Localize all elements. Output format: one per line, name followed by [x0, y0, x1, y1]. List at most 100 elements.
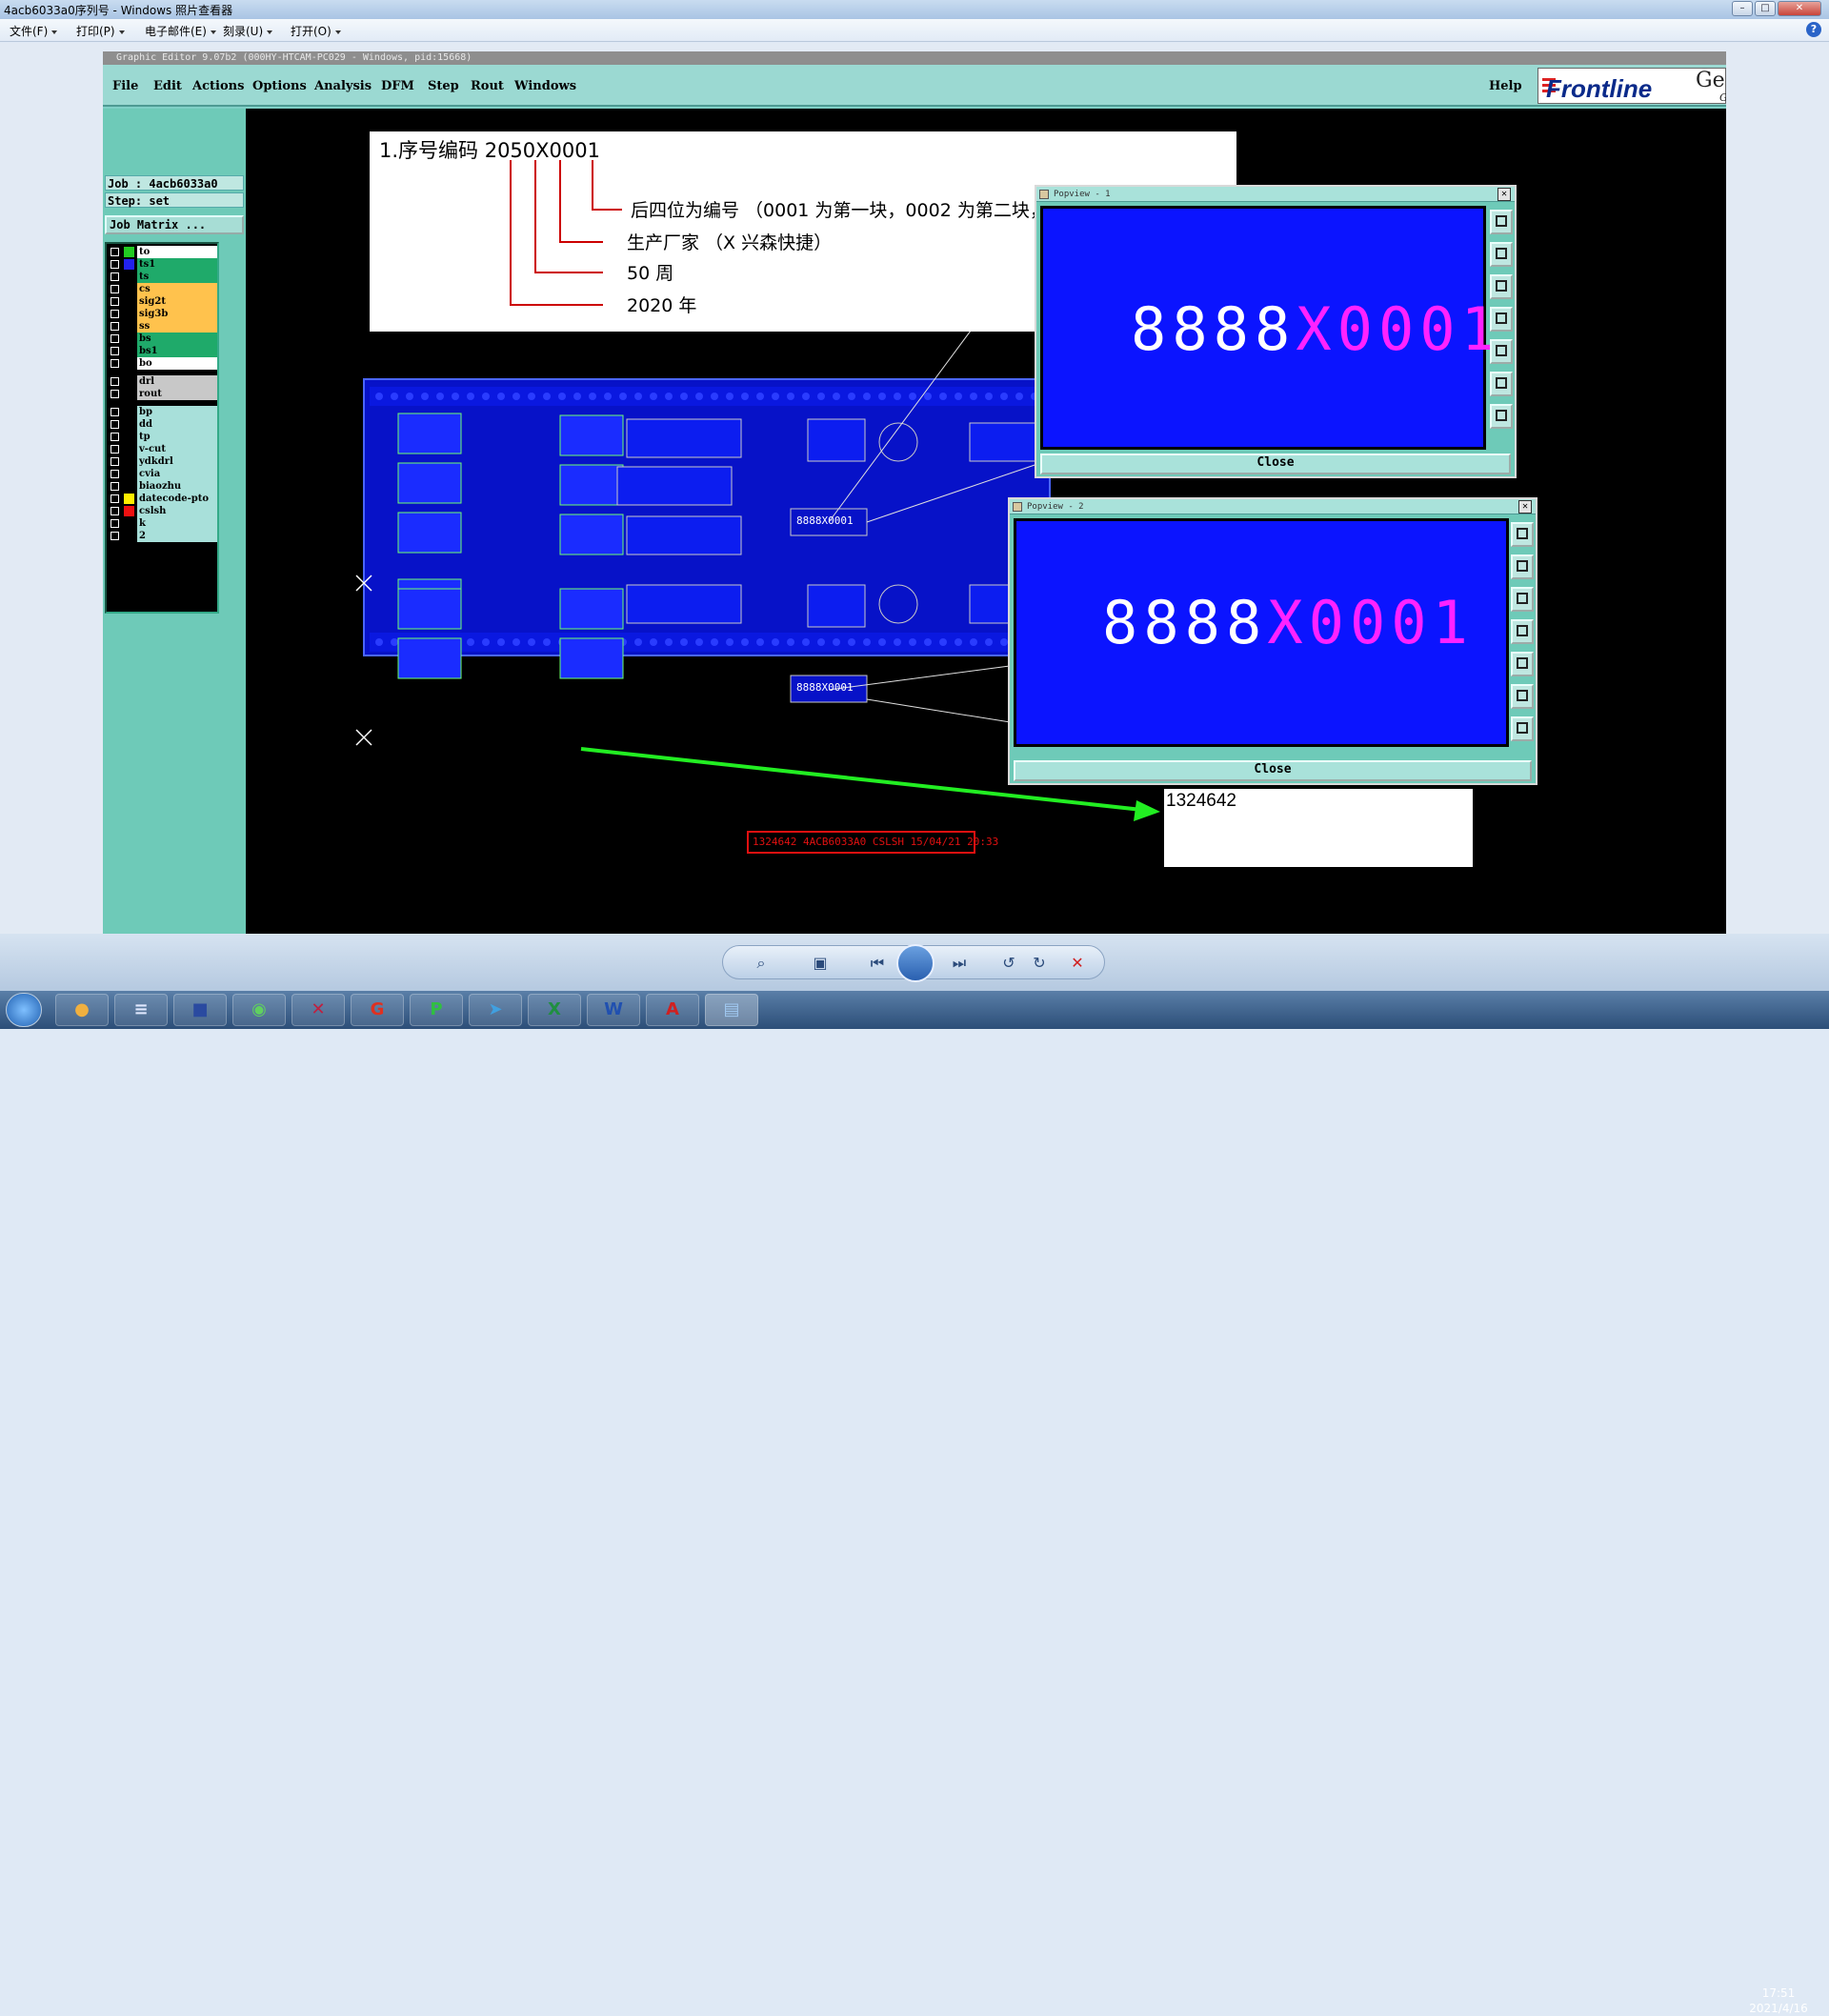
- fl-menu-analysis[interactable]: Analysis: [314, 79, 372, 93]
- layer-name[interactable]: to: [137, 246, 217, 258]
- pan-down-icon[interactable]: [1511, 587, 1534, 612]
- layer-name[interactable]: k: [137, 517, 217, 530]
- fl-menu-file[interactable]: File: [112, 79, 138, 93]
- layer-name[interactable]: 2: [137, 530, 217, 542]
- layer-checkbox[interactable]: [111, 457, 119, 466]
- layer-name[interactable]: cslsh: [137, 505, 217, 517]
- fl-menu-rout[interactable]: Rout: [471, 79, 504, 93]
- taskbar-photo-viewer-icon[interactable]: ▤: [705, 994, 758, 1026]
- minimize-button[interactable]: –: [1732, 1, 1753, 16]
- layer-checkbox[interactable]: [111, 433, 119, 441]
- layer-row[interactable]: ts1: [109, 258, 219, 271]
- delete-icon[interactable]: ✕: [1066, 952, 1089, 975]
- menu-file[interactable]: 文件(F): [10, 23, 58, 39]
- layer-checkbox[interactable]: [111, 310, 119, 318]
- popview-1-view[interactable]: 8888X0001: [1040, 206, 1497, 450]
- layer-checkbox[interactable]: [111, 377, 119, 386]
- rotate-right-icon[interactable]: ↻: [1028, 952, 1051, 975]
- layer-row[interactable]: tp: [109, 431, 219, 443]
- layer-name[interactable]: ts: [137, 271, 217, 283]
- layer-checkbox[interactable]: [111, 272, 119, 281]
- popview-2-close-button[interactable]: Close: [1014, 760, 1532, 781]
- layer-checkbox[interactable]: [111, 420, 119, 429]
- fl-menu-dfm[interactable]: DFM: [381, 79, 414, 93]
- layer-name[interactable]: ydkdrl: [137, 455, 217, 468]
- actual-size-icon[interactable]: ▣: [809, 952, 832, 975]
- pan-left-icon[interactable]: [1511, 619, 1534, 644]
- taskbar-save-icon[interactable]: ■: [173, 994, 227, 1026]
- pan-right-icon[interactable]: [1511, 652, 1534, 676]
- layer-checkbox[interactable]: [111, 322, 119, 331]
- layer-name[interactable]: cs: [137, 283, 217, 295]
- taskbar-g-app-icon[interactable]: G: [351, 994, 404, 1026]
- zoom-out-icon[interactable]: [1511, 716, 1534, 741]
- layer-row[interactable]: ydkdrl: [109, 455, 219, 468]
- layer-name[interactable]: v-cut: [137, 443, 217, 455]
- menu-email[interactable]: 电子邮件(E): [145, 23, 216, 39]
- layer-checkbox[interactable]: [111, 260, 119, 269]
- popview-1-close-button[interactable]: Close: [1040, 454, 1511, 474]
- zoom-out-icon[interactable]: [1490, 404, 1513, 429]
- layer-name[interactable]: bs1: [137, 345, 217, 357]
- layer-checkbox[interactable]: [111, 297, 119, 306]
- layer-name[interactable]: cvia: [137, 468, 217, 480]
- layer-row[interactable]: sig2t: [109, 295, 219, 308]
- layer-name[interactable]: biaozhu: [137, 480, 217, 493]
- layer-row[interactable]: biaozhu: [109, 480, 219, 493]
- slideshow-button[interactable]: [896, 944, 935, 982]
- taskbar-excel-icon[interactable]: X: [528, 994, 581, 1026]
- layer-checkbox[interactable]: [111, 519, 119, 528]
- layer-row[interactable]: ts: [109, 271, 219, 283]
- layer-row[interactable]: bs: [109, 333, 219, 345]
- layer-checkbox[interactable]: [111, 248, 119, 256]
- layer-row[interactable]: ss: [109, 320, 219, 333]
- layer-checkbox[interactable]: [111, 445, 119, 454]
- layer-checkbox[interactable]: [111, 359, 119, 368]
- layer-name[interactable]: tp: [137, 431, 217, 443]
- fl-menu-actions[interactable]: Actions: [192, 79, 244, 93]
- layer-name[interactable]: ss: [137, 320, 217, 333]
- layer-row[interactable]: cslsh: [109, 505, 219, 517]
- fl-menu-edit[interactable]: Edit: [153, 79, 182, 93]
- fit-icon[interactable]: [1490, 210, 1513, 234]
- taskbar-feather-icon[interactable]: ➤: [469, 994, 522, 1026]
- fl-menu-step[interactable]: Step: [428, 79, 459, 93]
- zoom-in-icon[interactable]: [1490, 372, 1513, 396]
- layer-checkbox[interactable]: [111, 482, 119, 491]
- layer-row[interactable]: k: [109, 517, 219, 530]
- layer-checkbox[interactable]: [111, 390, 119, 398]
- popview-2-view[interactable]: 8888X0001: [1014, 518, 1509, 747]
- layer-name[interactable]: ts1: [137, 258, 217, 271]
- taskbar-pdf-icon[interactable]: A: [646, 994, 699, 1026]
- layer-row[interactable]: bs1: [109, 345, 219, 357]
- layer-row[interactable]: bp: [109, 406, 219, 418]
- layer-checkbox[interactable]: [111, 285, 119, 293]
- popview-2-x-button[interactable]: ✕: [1518, 500, 1532, 514]
- taskbar-p-app-icon[interactable]: P: [410, 994, 463, 1026]
- pan-left-icon[interactable]: [1490, 307, 1513, 332]
- layer-row[interactable]: to: [109, 246, 219, 258]
- close-window-button[interactable]: ✕: [1778, 1, 1821, 16]
- fit-icon[interactable]: [1511, 522, 1534, 547]
- layer-name[interactable]: bp: [137, 406, 217, 418]
- job-matrix-button[interactable]: Job Matrix ...: [105, 215, 244, 234]
- layer-row[interactable]: dd: [109, 418, 219, 431]
- fl-menu-windows[interactable]: Windows: [514, 79, 576, 93]
- taskbar-x-app-icon[interactable]: ✕: [291, 994, 345, 1026]
- taskbar-notepad-icon[interactable]: ≡: [114, 994, 168, 1026]
- layer-row[interactable]: 2: [109, 530, 219, 542]
- layer-checkbox[interactable]: [111, 507, 119, 515]
- taskbar-app-shell-icon[interactable]: ●: [55, 994, 109, 1026]
- layer-checkbox[interactable]: [111, 532, 119, 540]
- layer-row[interactable]: cs: [109, 283, 219, 295]
- next-icon[interactable]: ⏭: [948, 952, 971, 975]
- layer-checkbox[interactable]: [111, 494, 119, 503]
- graphic-canvas[interactable]: 8888X0001 8888X0001 1.序号编码 2050X0001 后四位…: [246, 109, 1726, 934]
- layer-name[interactable]: sig3b: [137, 308, 217, 320]
- layer-row[interactable]: rout: [109, 388, 219, 400]
- start-button[interactable]: [6, 993, 42, 1027]
- fl-menu-help[interactable]: Help: [1489, 79, 1522, 93]
- system-clock[interactable]: 17:51 2021/4/16: [1736, 1986, 1821, 2016]
- pan-down-icon[interactable]: [1490, 274, 1513, 299]
- popview-1-x-button[interactable]: ✕: [1497, 188, 1511, 201]
